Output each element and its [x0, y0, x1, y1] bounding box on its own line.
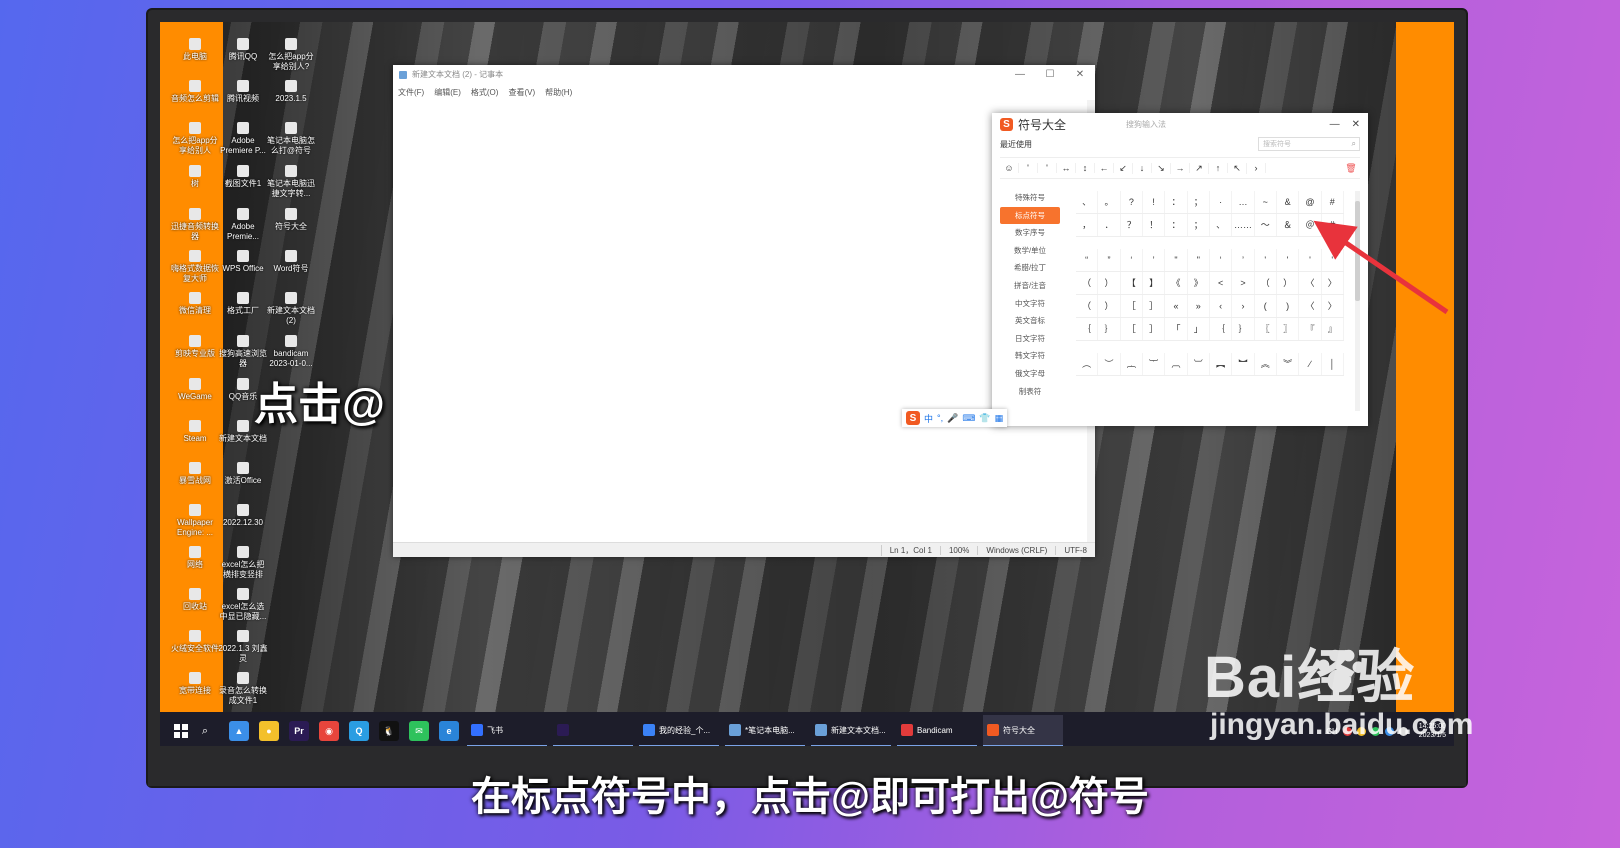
taskbar-task[interactable] [553, 715, 633, 747]
desktop-screen: 此电脑 腾讯QQ 怎么把app分享给别人? 音频怎么剪辑 腾讯视频 2023.1.5 怎么把… [160, 22, 1454, 750]
taskbar-task[interactable]: 我的经验_个... [639, 715, 719, 747]
wechat-icon[interactable]: ✉ [409, 721, 429, 741]
taskbar-task[interactable]: 符号大全 [983, 715, 1063, 747]
task-label: 符号大全 [1003, 725, 1035, 735]
task-label: 飞书 [487, 725, 503, 735]
taskbar-task[interactable]: Bandicam [897, 715, 977, 747]
running-tasks: 飞书 我的经验_个... *笔记本电脑... 新建文本文档... Bandicam 符号大… [464, 715, 1066, 747]
taskbar-task[interactable]: 新建文本文档... [811, 715, 891, 747]
video-caption: 在标点符号中，点击@即可打出@符号 [470, 775, 1149, 819]
task-label: 我的经验_个... [659, 725, 711, 735]
photos-icon[interactable]: ▲ [229, 721, 249, 741]
start-button[interactable] [174, 724, 188, 738]
chrome-icon[interactable]: ◉ [319, 721, 339, 741]
pinned-apps: ▲ ● Pr ◉ Q 🐧 ✉ e [224, 721, 464, 741]
task-label: Bandicam [917, 725, 953, 735]
task-app-icon [471, 724, 483, 736]
taskbar-task[interactable]: *笔记本电脑... [725, 715, 805, 747]
task-label: *笔记本电脑... [745, 725, 795, 735]
baidu-paw-icon [1317, 649, 1365, 693]
task-app-icon [643, 724, 655, 736]
search-icon[interactable]: ⌕ [198, 725, 212, 738]
task-app-icon [901, 724, 913, 736]
red-pointer-arrow [1313, 220, 1449, 315]
task-app-icon [729, 724, 741, 736]
user-icon[interactable]: ● [259, 721, 279, 741]
task-label: 新建文本文档... [831, 725, 886, 735]
watermark-url: jingyan.baidu.com [1210, 708, 1474, 741]
taskbar-task[interactable]: 飞书 [467, 715, 547, 747]
baidu-jingyan-watermark: Bai经验 jingyan.baidu.com [1204, 648, 1473, 742]
task-app-icon [987, 724, 999, 736]
task-app-icon [815, 724, 827, 736]
app-icon[interactable]: Q [349, 721, 369, 741]
premiere-icon[interactable]: Pr [289, 721, 309, 741]
task-app-icon [557, 724, 569, 736]
qq-icon[interactable]: 🐧 [379, 721, 399, 741]
edge-icon[interactable]: e [439, 721, 459, 741]
